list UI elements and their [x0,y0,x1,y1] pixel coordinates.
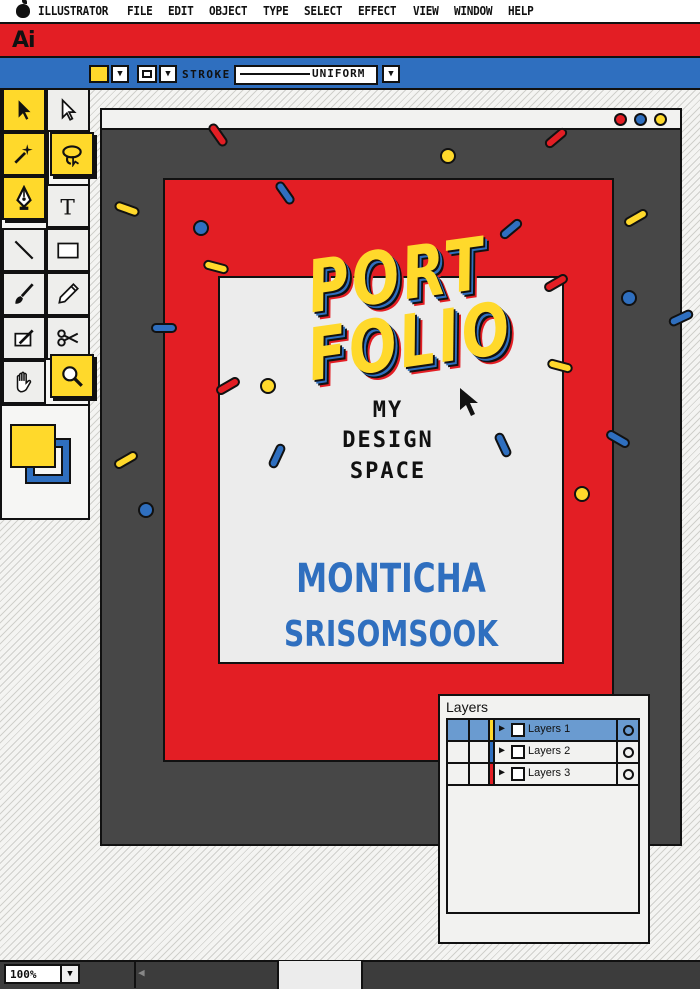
menu-type[interactable]: TYPE [263,4,289,18]
hand-tool[interactable] [2,360,46,404]
layer-color-indicator [490,742,495,762]
tagline-line2: DESIGN [342,428,434,453]
stroke-profile-value: UNIFORM [312,67,366,80]
eraser-tool[interactable] [2,316,46,360]
scroll-left-arrow-icon[interactable]: ◀ [138,966,145,979]
layer-color-indicator [490,764,495,784]
horizontal-scrollbar[interactable] [134,962,700,988]
stroke-swatch[interactable] [137,65,157,83]
horizontal-scroll-thumb[interactable] [277,961,363,989]
layer-lock-toggle[interactable] [470,720,490,740]
confetti-piece [260,378,276,394]
menu-edit[interactable]: EDIT [168,4,194,18]
expand-triangle-icon[interactable]: ▶ [499,723,505,734]
app-title-bar [0,24,700,58]
menu-effect[interactable]: EFFECT [358,4,397,18]
confetti-piece [138,502,154,518]
menu-object[interactable]: OBJECT [209,4,248,18]
layer-row-3[interactable]: ▶ Layers 3 [448,764,638,786]
menu-help[interactable]: HELP [508,4,534,18]
layer-thumbnail [511,745,525,759]
menu-file[interactable]: FILE [127,4,153,18]
layer-visibility-toggle[interactable] [448,720,470,740]
expand-triangle-icon[interactable]: ▶ [499,767,505,778]
scissors-icon [57,329,79,347]
minimize-window-button[interactable] [634,113,647,126]
app-logo: Ai [12,28,36,53]
line-icon [14,240,34,260]
selection-tool[interactable] [2,88,46,132]
layers-list: ▶ Layers 1 ▶ Layers 2 ▶ Layers 3 [446,718,640,914]
magnifier-icon [62,366,83,387]
author-last-name: SRISOMSOOK [283,614,499,655]
arrow-icon [18,100,31,120]
zoom-level-field[interactable]: 100% [4,964,62,984]
fill-swatch[interactable] [89,65,109,83]
zoom-dropdown[interactable]: ▼ [60,964,80,984]
zoom-tool[interactable] [50,354,94,398]
type-tool[interactable]: T [46,184,90,228]
confetti-piece [574,486,590,502]
apple-icon[interactable] [16,0,30,18]
close-window-button[interactable] [614,113,627,126]
confetti-piece [193,220,209,236]
layer-visibility-toggle[interactable] [448,764,470,784]
hollow-arrow-icon [61,98,77,121]
author-first-name: MONTICHA [296,556,486,602]
zoom-window-button[interactable] [654,113,667,126]
menu-view[interactable]: VIEW [413,4,439,18]
paintbrush-tool[interactable] [2,272,46,316]
layer-row-2[interactable]: ▶ Layers 2 [448,742,638,764]
lasso-tool[interactable] [50,132,94,176]
layer-name[interactable]: Layers 3 [528,767,570,779]
paintbrush-icon [15,283,34,304]
stroke-line-preview [240,73,310,75]
menu-window[interactable]: WINDOW [454,4,493,18]
layer-visibility-toggle[interactable] [448,742,470,762]
menu-illustrator[interactable]: ILLUSTRATOR [38,4,108,18]
pencil-tool[interactable] [46,272,90,316]
stroke-dropdown[interactable]: ▼ [159,65,177,83]
stroke-profile-dropdown[interactable]: ▼ [382,65,400,83]
layer-row-1[interactable]: ▶ Layers 1 [448,720,638,742]
magic-wand-icon [14,144,33,164]
layer-target-circle-icon[interactable] [616,720,638,740]
layer-target-circle-icon[interactable] [616,742,638,762]
document-title-bar [100,108,682,130]
mouse-cursor-icon [460,388,478,416]
confetti-piece [440,148,456,164]
confetti-piece [151,323,177,333]
menu-select[interactable]: SELECT [304,4,343,18]
layer-name[interactable]: Layers 2 [528,745,570,757]
line-tool[interactable] [2,228,46,272]
eraser-icon [14,329,34,347]
layer-target-circle-icon[interactable] [616,764,638,784]
hand-icon [16,371,32,393]
layer-color-indicator [490,720,495,740]
pen-nib-icon [16,185,32,210]
direct-selection-tool[interactable] [46,88,90,132]
pencil-icon [58,283,79,304]
rectangle-icon [57,242,79,259]
tagline-line3: SPACE [349,459,427,484]
magic-wand-tool[interactable] [2,132,46,176]
layer-thumbnail [511,723,525,737]
rectangle-tool[interactable] [46,228,90,272]
layers-panel-title: Layers [446,699,489,715]
stroke-label: STROKE [182,68,231,81]
lasso-icon [62,145,82,167]
text-T-icon: T [60,196,75,219]
fill-dropdown[interactable]: ▼ [111,65,129,83]
fill-color-box[interactable] [10,424,56,468]
layer-thumbnail [511,767,525,781]
svg-text:T: T [60,196,75,219]
pen-tool[interactable] [2,176,46,220]
tagline-line1: MY [372,398,404,423]
expand-triangle-icon[interactable]: ▶ [499,745,505,756]
layer-lock-toggle[interactable] [470,742,490,762]
menu-bar: ILLUSTRATOR FILE EDIT OBJECT TYPE SELECT… [0,0,700,24]
layer-name[interactable]: Layers 1 [528,723,570,735]
confetti-piece [621,290,637,306]
layer-lock-toggle[interactable] [470,764,490,784]
